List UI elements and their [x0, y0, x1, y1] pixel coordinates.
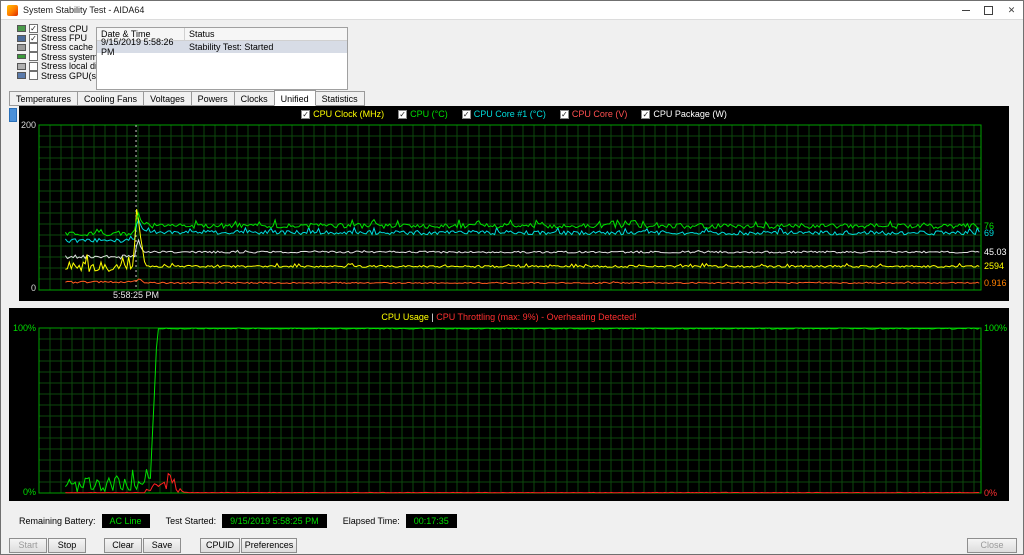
tab-statistics[interactable]: Statistics: [314, 91, 365, 106]
battery-value: AC Line: [101, 513, 150, 528]
tab-unified[interactable]: Unified: [273, 90, 316, 106]
maximize-icon[interactable]: [977, 1, 1000, 19]
event-log-table: Date & Time Status 9/15/2019 5:58:26 PM …: [96, 27, 348, 90]
stress-gpu-checkbox[interactable]: [29, 71, 38, 81]
current-value-label: 45.03: [984, 247, 1007, 258]
app-window: System Stability Test - AIDA64 Stress CP…: [0, 0, 1024, 555]
test-started-value: 9/15/2019 5:58:25 PM: [222, 513, 327, 528]
chart-title-part: CPU Usage: [381, 312, 429, 322]
cpu-icon: [17, 25, 26, 33]
usage-y-min-label: 0%: [22, 487, 36, 497]
titlebar: System Stability Test - AIDA64: [1, 1, 1023, 20]
gpu-icon: [17, 72, 26, 80]
status-bar: Remaining Battery: AC Line Test Started:…: [19, 513, 473, 528]
plot-border: [38, 327, 982, 494]
y-axis-max-label: 200: [20, 120, 36, 130]
clear-button[interactable]: Clear: [104, 538, 142, 553]
chart-title-part: CPU Throttling (max: 9%) - Overheating D…: [436, 312, 637, 322]
grid-lines: [38, 327, 981, 494]
current-value-label: 0%: [984, 488, 998, 498]
memory-icon: [17, 54, 26, 60]
y-axis-min-label: 0: [30, 283, 36, 293]
column-header-status[interactable]: Status: [185, 28, 347, 40]
cpuid-button[interactable]: CPUID: [200, 538, 240, 553]
legend-checkbox[interactable]: ✓: [461, 109, 471, 119]
sensor-chart-canvas: [38, 124, 982, 291]
legend-checkbox[interactable]: ✓: [641, 109, 651, 119]
window-title: System Stability Test - AIDA64: [23, 5, 145, 15]
legend-item: ✓ CPU Package (W): [641, 109, 727, 119]
usage-chart-title: CPU Usage | CPU Throttling (max: 9%) - O…: [9, 312, 1009, 322]
legend-checkbox[interactable]: ✓: [398, 109, 408, 119]
event-log-row[interactable]: 9/15/2019 5:58:26 PM Stability Test: Sta…: [97, 37, 347, 57]
stress-disks-checkbox[interactable]: [29, 61, 38, 71]
legend-item: ✓ CPU Core #1 (°C): [461, 109, 546, 119]
cpu-usage-chart: CPU Usage | CPU Throttling (max: 9%) - O…: [9, 308, 1009, 501]
legend-label: CPU Clock (MHz): [313, 109, 385, 119]
battery-label: Remaining Battery:: [19, 515, 96, 526]
fpu-icon: [17, 34, 26, 42]
stress-cache-checkbox[interactable]: [29, 42, 38, 52]
legend-item: ✓ CPU (°C): [398, 109, 448, 119]
stop-button[interactable]: Stop: [48, 538, 86, 553]
caption-buttons: [954, 1, 1023, 19]
current-value-label: 2594: [984, 261, 1005, 272]
current-value-label: 69: [984, 228, 995, 239]
legend-label: CPU Package (W): [653, 109, 727, 119]
stress-gpu-label: Stress GPU(s): [41, 70, 100, 81]
stress-cpu-checkbox[interactable]: [29, 24, 38, 34]
preferences-button[interactable]: Preferences: [241, 538, 297, 553]
aida64-app-icon: [7, 4, 18, 16]
start-button: Start: [9, 538, 47, 553]
current-value-label: 0.916: [984, 277, 1007, 288]
close-button: Close: [967, 538, 1017, 553]
tab-cooling-fans[interactable]: Cooling Fans: [77, 91, 145, 106]
event-status-cell: Stability Test: Started: [189, 42, 274, 52]
usage-chart-canvas: [38, 327, 982, 494]
legend-item: ✓ CPU Clock (MHz): [301, 109, 384, 119]
close-icon[interactable]: [1000, 1, 1023, 19]
legend-item: ✓ CPU Core (V): [559, 109, 628, 119]
time-axis-label: 5:58:25 PM: [112, 290, 160, 300]
tab-temperatures[interactable]: Temperatures: [9, 91, 79, 106]
chart-legend: ✓ CPU Clock (MHz) ✓ CPU (°C) ✓ CPU Core #1 (°…: [19, 109, 1009, 119]
usage-y-max-label: 100%: [12, 323, 36, 333]
tab-clocks[interactable]: Clocks: [233, 91, 275, 106]
elapsed-time-value: 00:17:35: [405, 513, 457, 528]
legend-checkbox[interactable]: ✓: [301, 109, 311, 119]
legend-label: CPU Core #1 (°C): [473, 109, 546, 119]
stress-memory-checkbox[interactable]: [29, 52, 38, 62]
save-button[interactable]: Save: [143, 538, 181, 553]
cache-icon: [17, 43, 26, 51]
elapsed-time-label: Elapsed Time:: [342, 515, 400, 526]
current-value-label: 100%: [984, 323, 1008, 333]
chart-scrollbar-thumb[interactable]: [9, 108, 17, 122]
graph-tabs: Temperatures Cooling Fans Voltages Power…: [9, 90, 365, 106]
test-started-label: Test Started:: [165, 515, 217, 526]
legend-label: CPU Core (V): [571, 109, 628, 119]
disk-icon: [17, 62, 26, 70]
minimize-icon[interactable]: [954, 1, 977, 19]
stress-fpu-checkbox[interactable]: [29, 33, 38, 43]
tab-powers[interactable]: Powers: [190, 91, 235, 106]
legend-label: CPU (°C): [410, 109, 448, 119]
event-datetime-cell: 9/15/2019 5:58:26 PM: [101, 37, 174, 57]
unified-sensor-chart: ✓ CPU Clock (MHz) ✓ CPU (°C) ✓ CPU Core #1 (°…: [19, 106, 1009, 301]
legend-checkbox[interactable]: ✓: [559, 109, 569, 119]
tab-voltages[interactable]: Voltages: [143, 91, 192, 106]
